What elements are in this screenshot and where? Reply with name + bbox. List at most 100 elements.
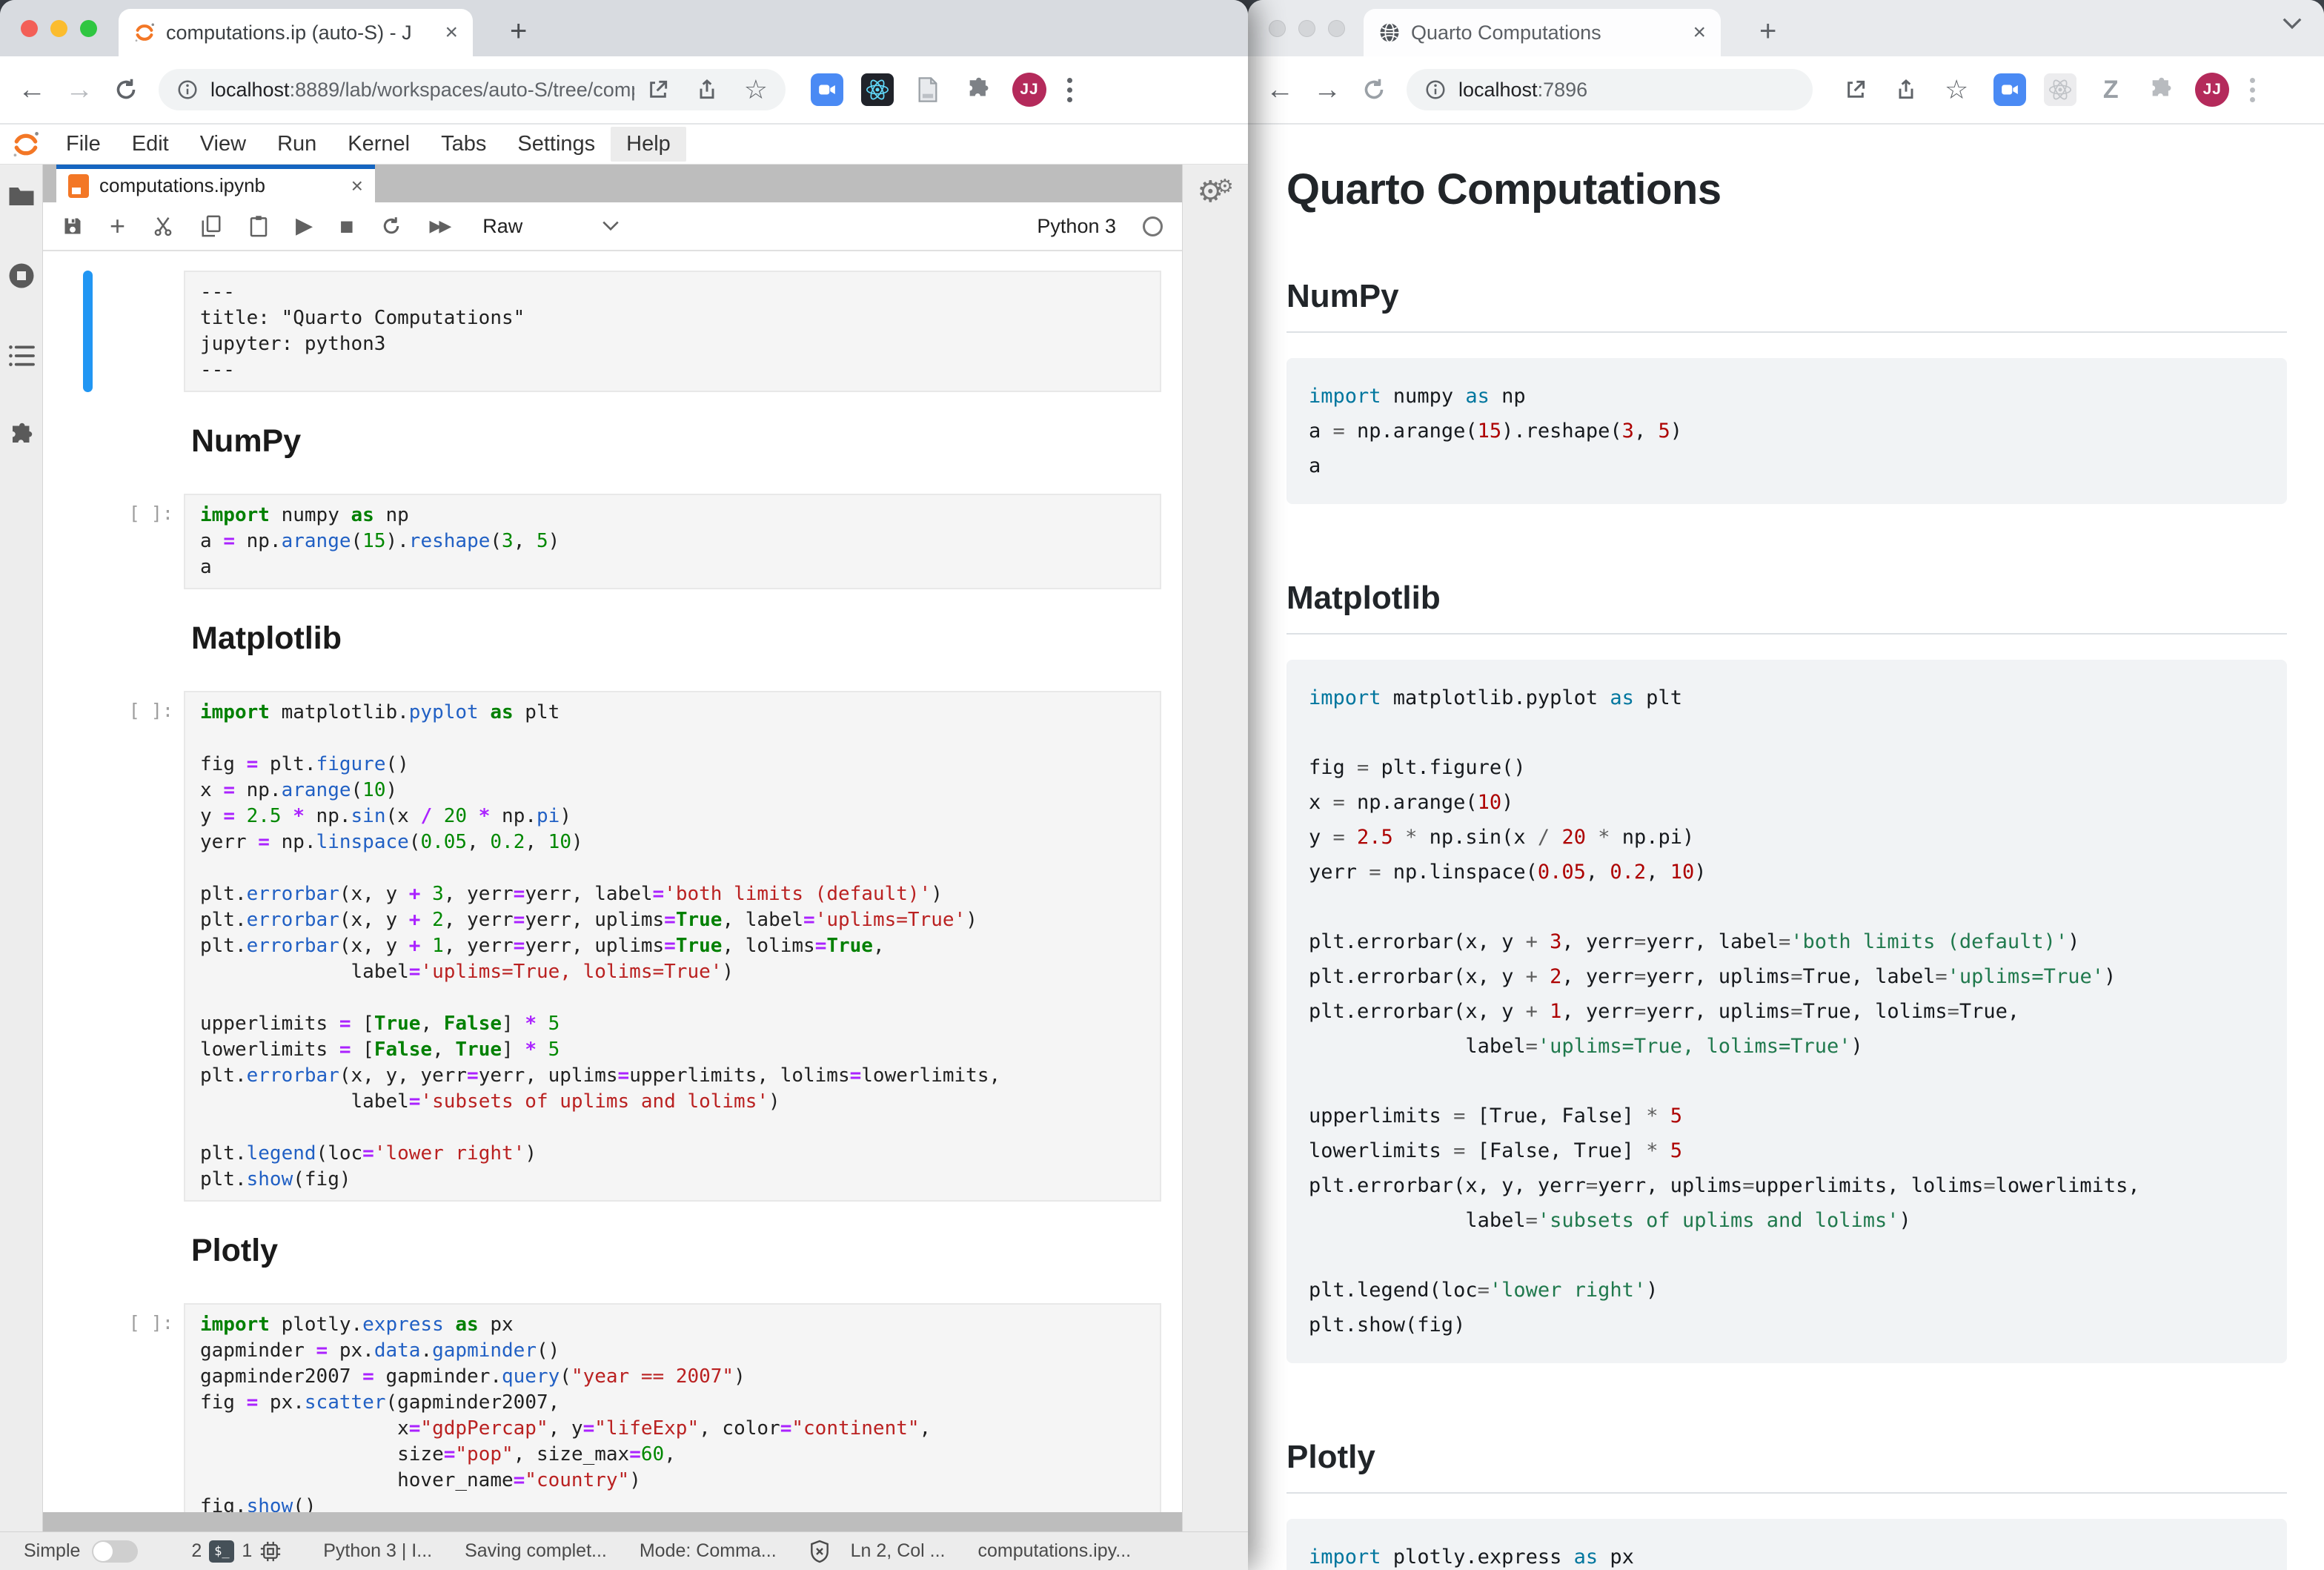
trust-shield-icon[interactable] (809, 1540, 830, 1563)
browser-menu-icon[interactable] (1064, 75, 1075, 105)
fast-forward-icon[interactable]: ▶▶ (429, 218, 448, 234)
terminals-count[interactable]: 2 (191, 1540, 202, 1562)
puzzle-extensions-icon[interactable] (8, 423, 35, 449)
minimize-window-button[interactable] (1298, 20, 1315, 37)
property-inspector-gears-icon[interactable]: ⚙⚙ (1197, 176, 1233, 1531)
browser-tab[interactable]: computations.ip (auto-S) - Jup × (119, 9, 473, 56)
kernel-status-icon[interactable] (1143, 216, 1163, 236)
tab-search-chevron-icon[interactable] (2281, 16, 2303, 31)
tab-close-icon[interactable]: × (1693, 21, 1706, 44)
open-in-window-icon[interactable] (1844, 78, 1868, 102)
add-cell-icon[interactable]: + (110, 213, 125, 239)
zoom-video-icon[interactable] (1993, 73, 2026, 106)
menu-view[interactable]: View (185, 127, 262, 162)
cell-collapser[interactable] (83, 271, 93, 392)
puzzle-extensions-icon[interactable] (2145, 73, 2177, 106)
mode-indicator[interactable]: Mode: Comma... (640, 1540, 777, 1562)
document-icon[interactable] (912, 73, 944, 106)
jupyter-menu-bar: File Edit View Run Kernel Tabs Settings … (0, 125, 1248, 165)
zoom-window-button[interactable] (1328, 20, 1345, 37)
copy-icon[interactable] (201, 215, 222, 237)
quarto-rendered-page[interactable]: Quarto Computations NumPy import numpy a… (1248, 125, 2324, 1570)
notebook-panel[interactable]: ---title: "Quarto Computations"jupyter: … (43, 251, 1182, 1512)
share-icon[interactable] (695, 78, 719, 102)
notebook-tab-close-icon[interactable]: × (351, 174, 363, 198)
running-kernels-icon[interactable] (8, 262, 35, 289)
cut-icon[interactable] (152, 215, 174, 237)
new-tab-button[interactable]: + (1759, 16, 1776, 46)
address-bar[interactable]: localhost:8889/lab/workspaces/auto-S/tre… (159, 69, 786, 110)
numpy-cell-code[interactable]: import numpy as npa = np.arange(15).resh… (200, 503, 1145, 580)
react-devtools-icon[interactable] (861, 73, 894, 106)
cell-collapser[interactable] (83, 1303, 93, 1512)
cell-collapser[interactable] (83, 494, 93, 589)
raw-cell[interactable]: ---title: "Quarto Computations"jupyter: … (43, 271, 1182, 392)
cell-collapser[interactable] (83, 691, 93, 1202)
close-window-button[interactable] (1269, 20, 1286, 37)
forward-icon[interactable]: → (1313, 76, 1341, 104)
menu-tabs[interactable]: Tabs (425, 127, 502, 162)
bookmark-star-icon[interactable]: ☆ (744, 76, 768, 103)
browser-menu-icon[interactable] (2247, 75, 2258, 105)
folder-icon[interactable] (8, 185, 35, 208)
table-of-contents-icon[interactable] (8, 344, 35, 368)
profile-avatar[interactable]: JJ (1012, 73, 1046, 107)
matplotlib-cell-code[interactable]: import matplotlib.pyplot as plt fig = pl… (200, 700, 1145, 1193)
numpy-code-block: import numpy as npa = np.arange(15).resh… (1286, 358, 2287, 504)
reload-icon[interactable] (113, 76, 139, 103)
forward-icon[interactable]: → (65, 76, 93, 104)
profile-avatar[interactable]: JJ (2195, 73, 2229, 107)
zoom-video-icon[interactable] (811, 73, 843, 106)
tab-close-icon[interactable]: × (445, 21, 458, 44)
kernel-name[interactable]: Python 3 (1037, 215, 1116, 238)
menu-edit[interactable]: Edit (116, 127, 185, 162)
zoom-window-button[interactable] (80, 20, 97, 37)
site-info-icon[interactable] (176, 79, 199, 101)
window-controls[interactable] (21, 20, 97, 37)
menu-settings[interactable]: Settings (502, 127, 611, 162)
back-icon[interactable]: ← (1266, 76, 1294, 104)
cursor-position[interactable]: Ln 2, Col ... (851, 1540, 946, 1562)
matplotlib-code-cell[interactable]: [ ]: import matplotlib.pyplot as plt fig… (43, 691, 1182, 1202)
menu-help[interactable]: Help (611, 127, 686, 162)
chevron-down-icon[interactable] (601, 220, 620, 232)
plotly-cell-code[interactable]: import plotly.express as pxgapminder = p… (200, 1312, 1145, 1512)
menu-kernel[interactable]: Kernel (332, 127, 425, 162)
notebook-tab[interactable]: computations.ipynb × (56, 165, 375, 202)
site-info-icon[interactable] (1424, 79, 1447, 101)
stop-icon[interactable]: ■ (339, 214, 353, 238)
browser-tab[interactable]: Quarto Computations × (1364, 9, 1721, 56)
z-icon[interactable]: Z (2094, 73, 2127, 106)
saving-status: Saving complet... (465, 1540, 607, 1562)
kernel-chip-icon (259, 1540, 282, 1563)
notebook-file-icon (68, 174, 89, 198)
reload-icon[interactable] (1361, 76, 1387, 103)
notebook-tab-bar: computations.ipynb × (43, 165, 1182, 202)
share-icon[interactable] (1894, 78, 1918, 102)
numpy-code-cell[interactable]: [ ]: import numpy as npa = np.arange(15)… (43, 494, 1182, 589)
cell-type-dropdown[interactable]: Raw (482, 215, 522, 238)
back-icon[interactable]: ← (18, 76, 46, 104)
bookmark-star-icon[interactable]: ☆ (1945, 76, 1968, 103)
react-devtools-icon[interactable] (2044, 73, 2076, 106)
raw-cell-code[interactable]: ---title: "Quarto Computations"jupyter: … (200, 279, 1145, 383)
minimize-window-button[interactable] (50, 20, 67, 37)
menu-file[interactable]: File (50, 127, 116, 162)
paste-icon[interactable] (248, 215, 269, 237)
close-window-button[interactable] (21, 20, 38, 37)
puzzle-extensions-icon[interactable] (962, 73, 995, 106)
address-bar[interactable]: localhost:7896 (1407, 69, 1813, 110)
open-in-window-icon[interactable] (646, 78, 670, 102)
plotly-code-cell[interactable]: [ ]: import plotly.express as pxgapminde… (43, 1303, 1182, 1512)
new-tab-button[interactable]: + (510, 16, 527, 46)
kernels-count[interactable]: 1 (242, 1540, 252, 1562)
menu-run[interactable]: Run (262, 127, 332, 162)
desktop: computations.ip (auto-S) - Jup × + ← → l… (0, 0, 2324, 1570)
simple-mode-toggle[interactable] (92, 1540, 138, 1563)
save-icon[interactable] (62, 216, 83, 236)
kernel-status-text[interactable]: Python 3 | I... (323, 1540, 432, 1562)
restart-icon[interactable] (380, 215, 402, 237)
heading-plotly: Plotly (191, 1233, 1182, 1269)
window-controls[interactable] (1269, 20, 1345, 37)
run-icon[interactable]: ▶ (296, 215, 313, 237)
